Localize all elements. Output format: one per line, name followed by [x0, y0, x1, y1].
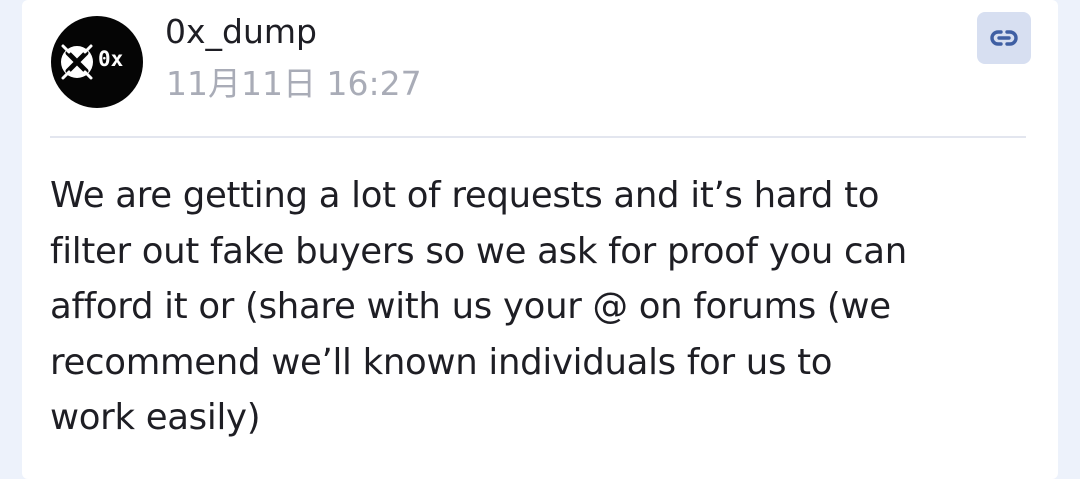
header-divider: [50, 136, 1026, 138]
avatar[interactable]: 0x: [51, 16, 143, 108]
avatar-label: 0x: [98, 47, 124, 71]
message-line: We are getting a lot of requests and it’…: [50, 175, 880, 216]
message-body: We are getting a lot of requests and it’…: [50, 168, 1040, 446]
message-line: filter out fake buyers so we ask for pro…: [50, 230, 907, 272]
link-icon: [990, 30, 1018, 46]
post-card: 0x 0x_dump 11月11日 16:27 We are getting a…: [22, 0, 1058, 479]
message-line: afford it or (share with us your @ on fo…: [50, 286, 891, 327]
author-name[interactable]: 0x_dump: [165, 13, 317, 50]
message-line: work easily): [50, 397, 261, 438]
x-logo-icon: [61, 44, 93, 80]
message-line: recommend we’ll known individuals for us…: [50, 341, 833, 383]
post-timestamp: 11月11日 16:27: [166, 64, 422, 103]
copy-link-button[interactable]: [977, 12, 1031, 64]
